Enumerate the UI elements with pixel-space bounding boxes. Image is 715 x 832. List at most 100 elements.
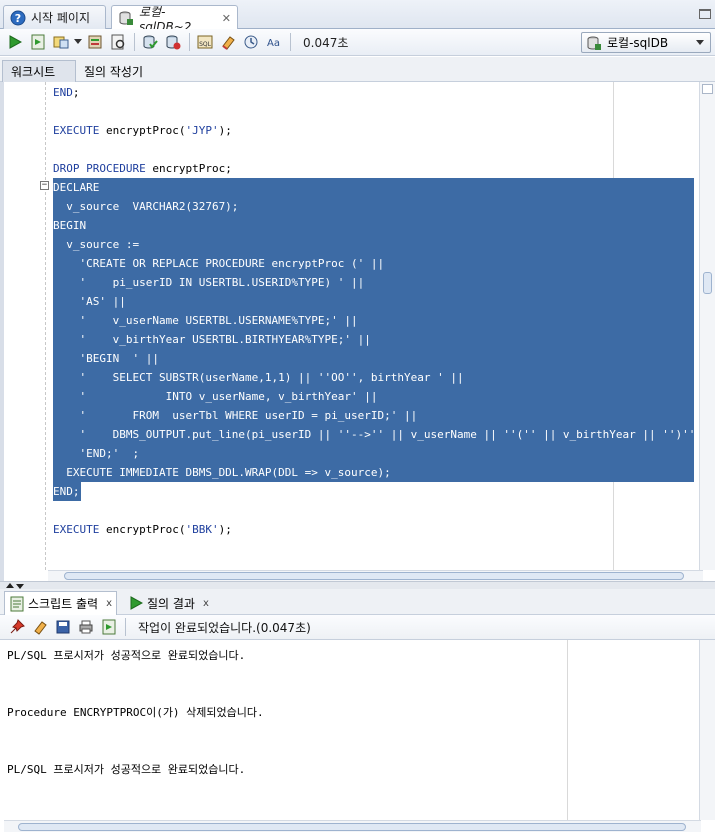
svg-text:?: ?	[15, 12, 21, 25]
status-text: 작업이 완료되었습니다.(0.047초)	[138, 620, 311, 635]
code-line: ' v_birthYear USERTBL.BIRTHYEAR%TYPE;' |…	[53, 333, 371, 346]
fold-toggle-icon[interactable]: −	[40, 181, 49, 190]
tab-query-result[interactable]: 질의 결과 x	[124, 591, 213, 615]
run-icon	[9, 35, 22, 49]
scroll-thumb[interactable]	[18, 823, 686, 831]
history-button[interactable]	[240, 31, 262, 53]
code-line: EXECUTE encryptProc('BBK');	[53, 523, 232, 536]
tab-query-builder[interactable]: 질의 작성기	[76, 60, 151, 82]
scroll-up-icon[interactable]	[702, 84, 713, 94]
print-button[interactable]	[75, 616, 97, 638]
output-horizontal-scrollbar[interactable]	[4, 820, 701, 832]
svg-text:SQL: SQL	[199, 41, 212, 48]
toolbar-separator	[125, 618, 126, 636]
clear-output-button[interactable]	[29, 616, 51, 638]
code-line: 'END;' ;	[53, 447, 140, 460]
sql-editor[interactable]: − END; EXECUTE encryptProc('JYP'); DROP …	[0, 82, 715, 581]
unshared-sql-button[interactable]: SQL	[194, 31, 216, 53]
code-line: END;	[53, 485, 80, 498]
format-button[interactable]: Aa	[263, 31, 285, 53]
editor-subtabs: 워크시트 질의 작성기	[0, 57, 715, 82]
panel-splitter[interactable]	[0, 581, 715, 589]
connection-select[interactable]: 로컬-sqlDB	[581, 32, 711, 53]
close-icon[interactable]: x	[203, 598, 209, 609]
code-line: 'AS' ||	[53, 295, 126, 308]
editor-horizontal-scrollbar[interactable]	[48, 570, 703, 581]
commit-icon	[143, 35, 158, 49]
code-line: 'CREATE OR REPLACE PROCEDURE encryptProc…	[53, 257, 385, 270]
elapsed-time: 0.047초	[303, 35, 349, 50]
commit-button[interactable]	[139, 31, 161, 53]
pin-button[interactable]	[6, 616, 28, 638]
eraser-icon	[222, 36, 235, 50]
editor-vertical-scrollbar[interactable]	[699, 82, 715, 570]
autotrace-icon	[53, 36, 69, 49]
print-icon	[79, 620, 93, 634]
svg-text:Aa: Aa	[267, 38, 280, 49]
toolbar-separator	[290, 33, 291, 51]
script-output-icon	[9, 596, 25, 612]
save-button[interactable]	[52, 616, 74, 638]
save-icon	[56, 620, 70, 634]
output-tab-strip: 스크립트 출력 x 질의 결과 x	[0, 589, 715, 615]
run-script-button[interactable]	[27, 31, 49, 53]
run-statement-button[interactable]	[4, 31, 26, 53]
close-icon[interactable]: ✕	[222, 12, 231, 25]
script-output-area[interactable]: PL/SQL 프로시저가 성공적으로 완료되었습니다. Procedure EN…	[0, 640, 715, 832]
text-case-icon: Aa	[267, 38, 280, 49]
dropdown-arrow-icon[interactable]	[73, 31, 83, 53]
tab-sql-worksheet[interactable]: 로컬-sqlDB~2 ✕	[111, 5, 238, 34]
clear-button[interactable]	[217, 31, 239, 53]
eraser-icon	[34, 621, 47, 635]
code-line: DROP PROCEDURE encryptProc;	[53, 162, 232, 175]
scroll-thumb[interactable]	[64, 572, 684, 580]
connection-name: 로컬-sqlDB	[607, 36, 669, 50]
sql-icon: SQL	[197, 35, 213, 49]
code-line: 'BEGIN ' ||	[53, 352, 159, 365]
tab-script-output[interactable]: 스크립트 출력 x	[4, 591, 117, 615]
code-line: ' FROM userTbl WHERE userID = pi_userID;…	[53, 409, 418, 422]
tab-label: 질의 결과	[147, 596, 195, 611]
tab-label: 워크시트	[11, 65, 56, 79]
rollback-icon	[166, 35, 181, 50]
sql-tuning-icon	[111, 34, 125, 50]
tab-label: 시작 페이지	[31, 11, 91, 25]
pin-icon	[10, 619, 25, 634]
code-line: END;	[53, 86, 80, 99]
run-icon	[128, 595, 144, 611]
tab-start-page[interactable]: ? 시작 페이지	[3, 5, 106, 29]
output-toolbar: 작업이 완료되었습니다.(0.047초)	[0, 615, 715, 640]
code-line: ' INTO v_userName, v_birthYear' ||	[53, 390, 378, 403]
scroll-thumb[interactable]	[703, 272, 712, 294]
toolbar-separator	[134, 33, 135, 51]
run-script-icon	[31, 34, 45, 50]
sql-worksheet-icon	[118, 10, 134, 26]
collapse-up-icon[interactable]	[6, 583, 14, 588]
code-line: ' pi_userID IN USERTBL.USERID%TYPE) ' ||	[53, 276, 365, 289]
chevron-down-icon	[696, 40, 704, 45]
code-line: BEGIN	[53, 219, 87, 232]
code-line: v_source VARCHAR2(32767);	[53, 200, 239, 213]
autotrace-button[interactable]	[50, 31, 72, 53]
code-line: EXECUTE encryptProc('JYP');	[53, 124, 232, 137]
open-file-button[interactable]	[98, 616, 120, 638]
database-icon	[586, 35, 602, 51]
code-line: ' v_userName USERTBL.USERNAME%TYPE;' ||	[53, 314, 358, 327]
close-icon[interactable]: x	[106, 598, 112, 609]
code-line: ' DBMS_OUTPUT.put_line(pi_userID || ''--…	[53, 428, 694, 441]
output-vertical-scrollbar[interactable]	[699, 640, 715, 820]
tab-worksheet[interactable]: 워크시트	[2, 60, 76, 82]
tab-label: 질의 작성기	[84, 64, 144, 79]
code-line: DECLARE	[53, 181, 100, 194]
toolbar-separator	[189, 33, 190, 51]
maximize-icon[interactable]	[699, 9, 711, 19]
code-line: v_source :=	[53, 238, 140, 251]
help-circle-icon: ?	[10, 10, 26, 26]
worksheet-toolbar: SQL Aa 0.047초 로컬-sqlDB	[0, 29, 715, 56]
gutter	[45, 82, 46, 570]
explain-plan-button[interactable]	[84, 31, 106, 53]
history-icon	[244, 35, 258, 49]
rollback-button[interactable]	[162, 31, 184, 53]
output-line: PL/SQL 프로시저가 성공적으로 완료되었습니다.	[7, 649, 246, 662]
sql-tuning-button[interactable]	[107, 31, 129, 53]
